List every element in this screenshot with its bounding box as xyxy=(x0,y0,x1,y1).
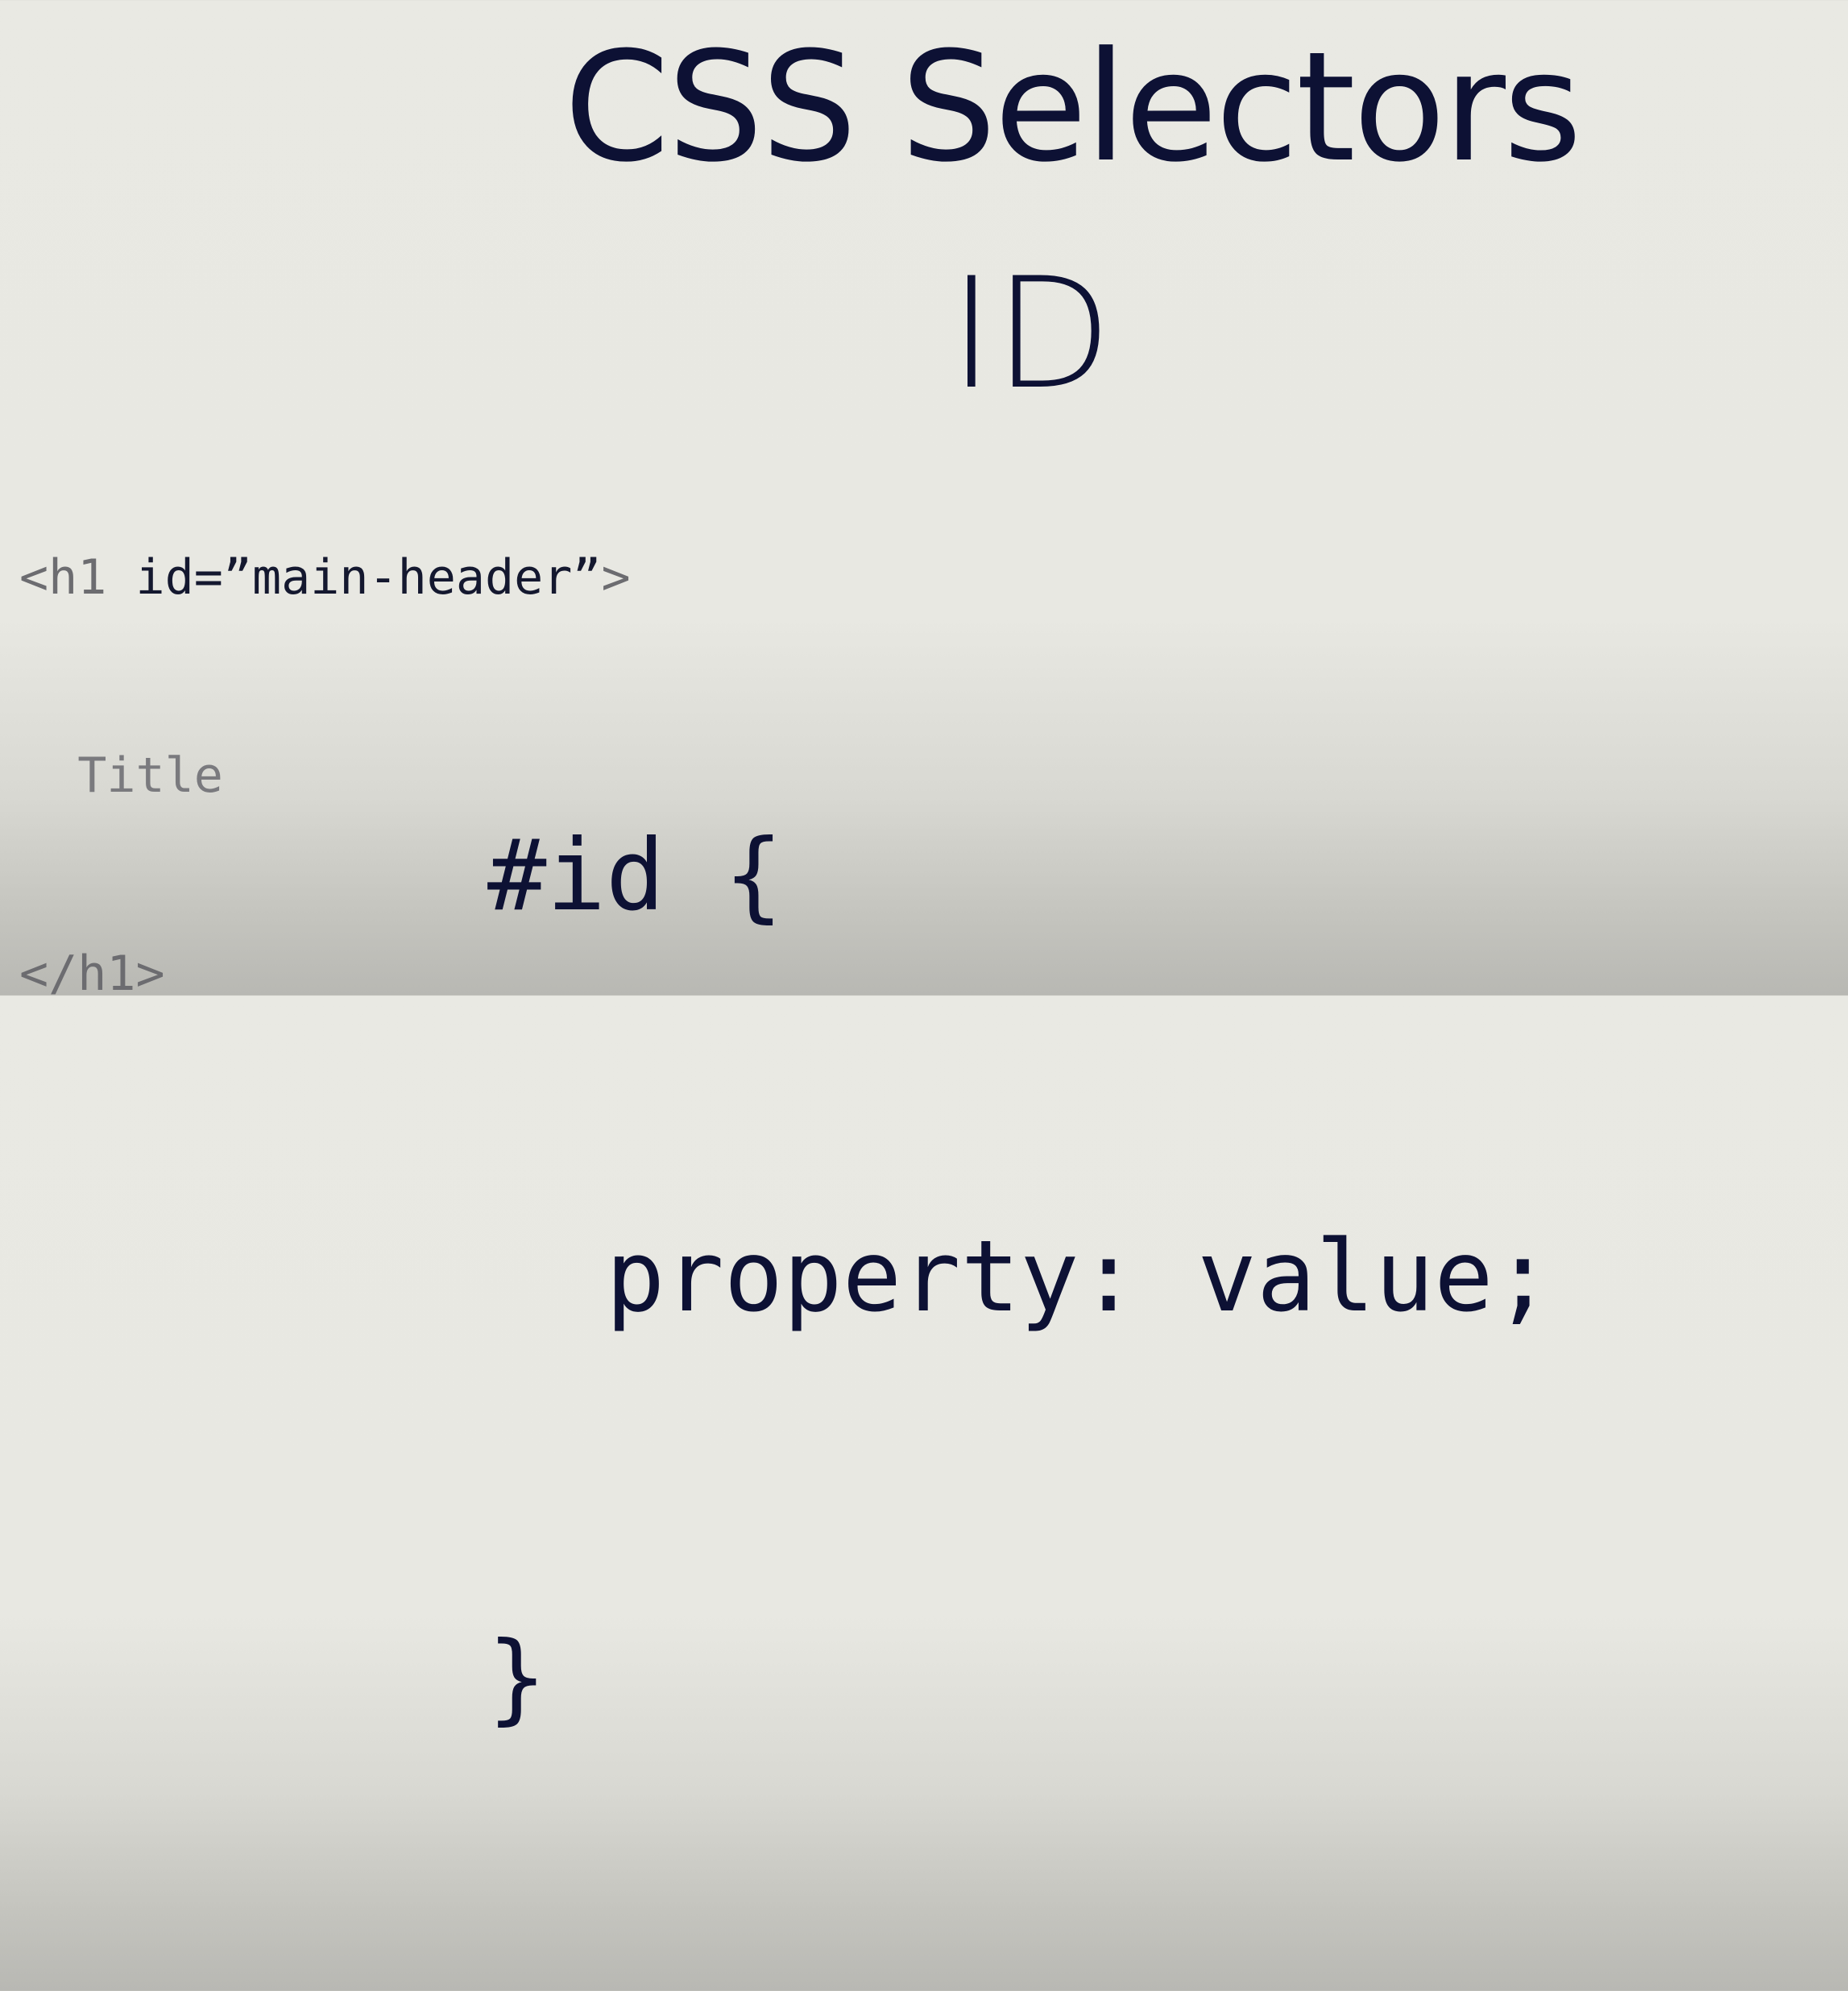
css-selector-line: #id { xyxy=(487,818,784,933)
html-open-tag-start: <h1 xyxy=(19,549,136,606)
css-closing-brace-line: } xyxy=(487,1621,547,1735)
css-code-example: #id { property: value; } xyxy=(487,541,1552,1991)
slide-title: CSS Selectors xyxy=(564,19,1582,196)
slide-subtitle: ID xyxy=(949,245,1113,423)
slide: CSS Selectors ID <h1 id=”main-header”> T… xyxy=(0,0,1848,1736)
css-declaration-line: property: value; xyxy=(487,1219,1553,1334)
